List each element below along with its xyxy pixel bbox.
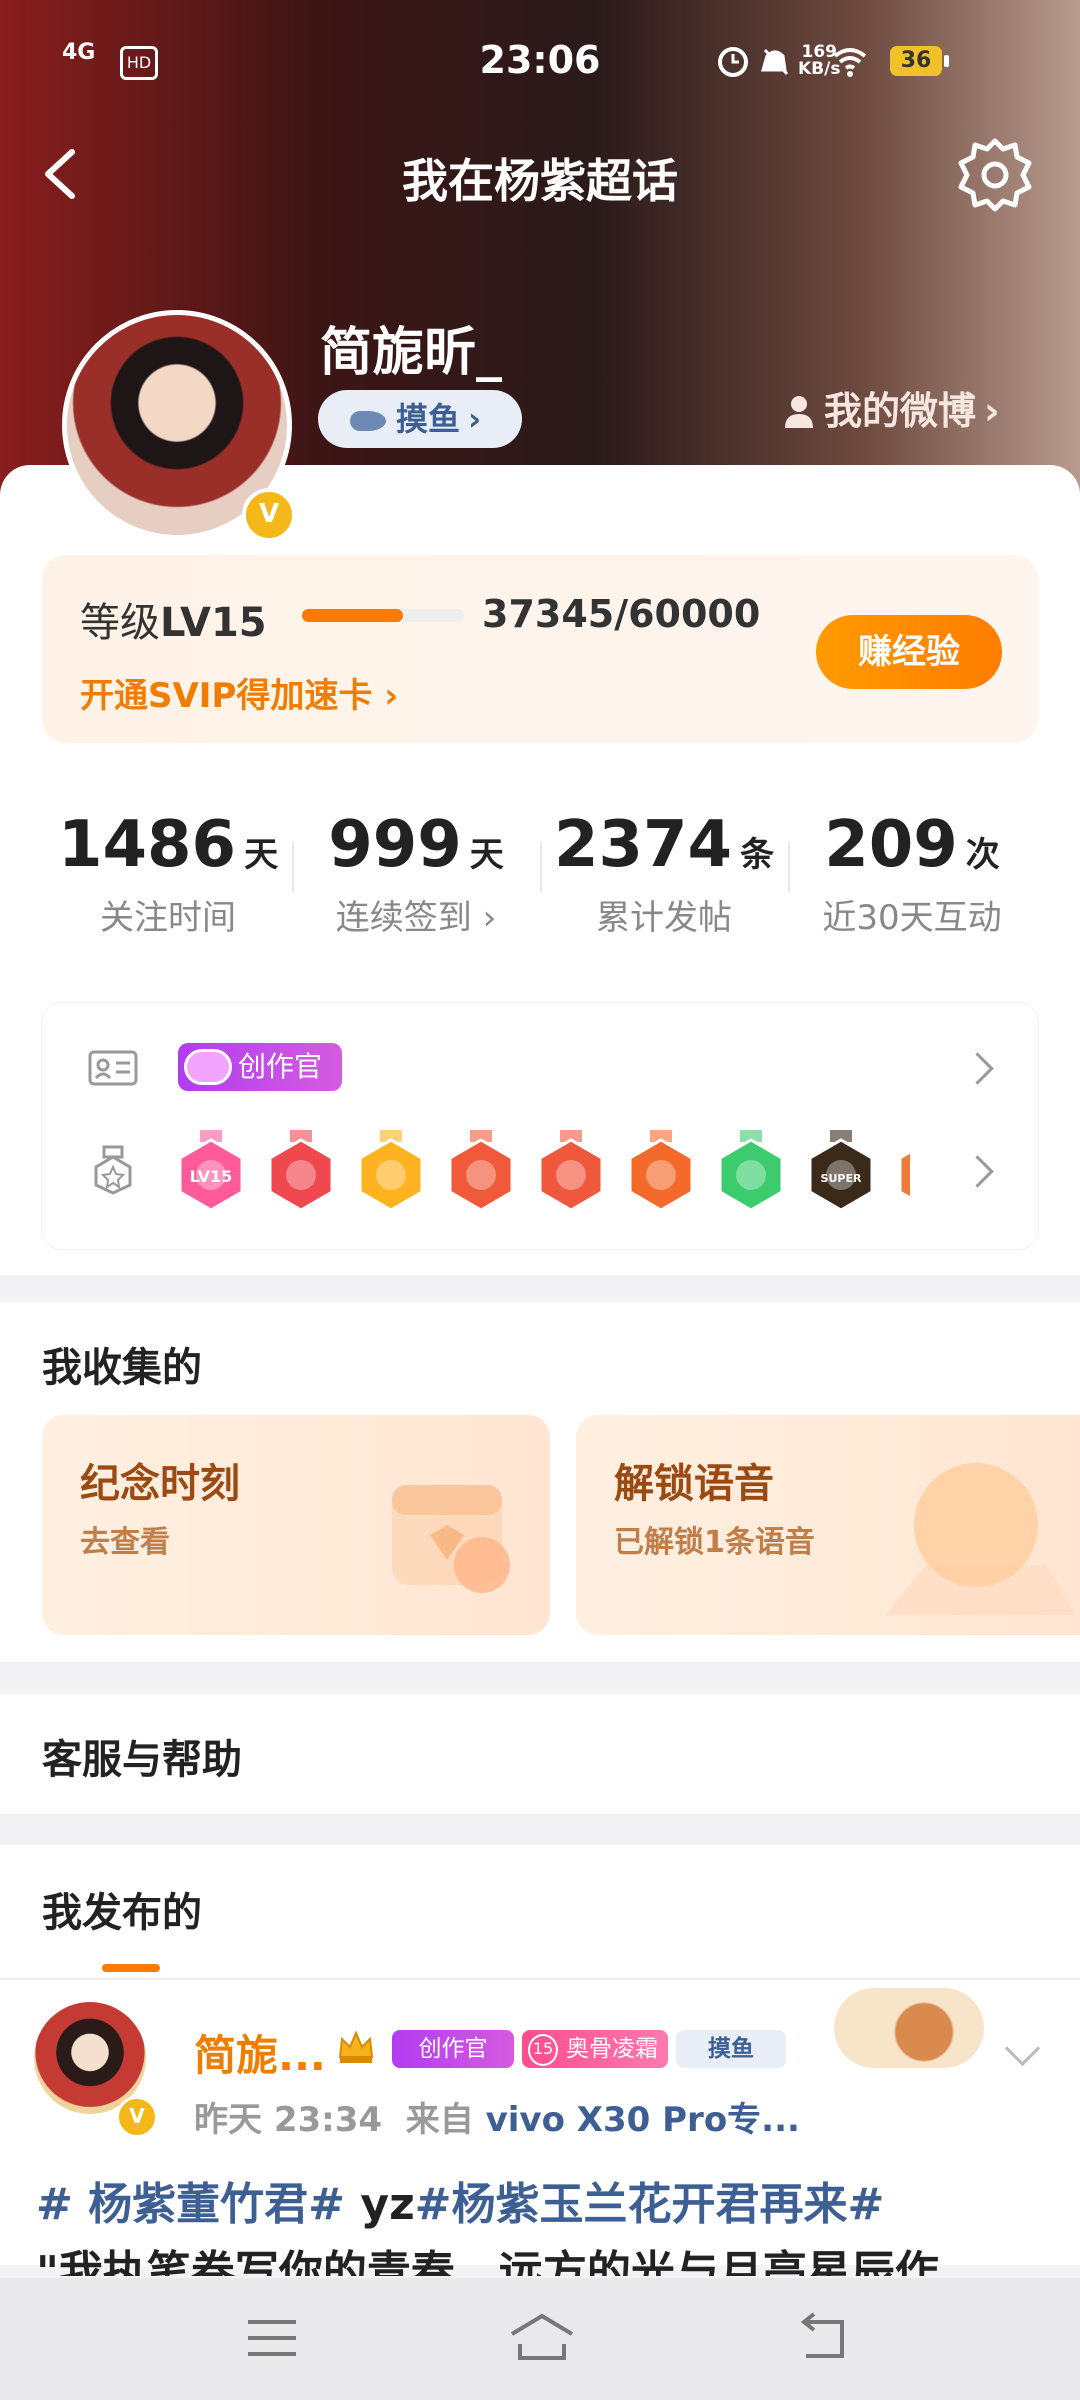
stat-checkin-days[interactable]: 999 天 连续签到 › xyxy=(292,808,540,939)
level-label: 等级LV15 xyxy=(80,600,267,646)
verified-badge-icon: V xyxy=(242,488,296,542)
crown-medal xyxy=(356,1128,426,1214)
creator-tag: 创作官 xyxy=(392,2030,514,2068)
stat-posts: 2374 条 累计发帖 xyxy=(553,808,775,938)
posts-title: 我发布的 xyxy=(42,1890,202,1936)
cat-red-medal xyxy=(446,1128,516,1214)
super-medal: SUPER xyxy=(806,1128,876,1214)
creator-icon xyxy=(184,1049,232,1085)
person-icon xyxy=(785,396,813,428)
partial-medal xyxy=(896,1128,910,1214)
fish-icon xyxy=(350,411,386,431)
back-nav-icon[interactable] xyxy=(792,2310,852,2366)
earn-exp-button[interactable]: 赚经验 xyxy=(816,615,1002,689)
collected-title: 我收集的 xyxy=(42,1345,202,1391)
hand-green-medal xyxy=(716,1128,786,1214)
cat-pink-medal xyxy=(536,1128,606,1214)
post-text-line2[interactable]: "我执笔卷写你的青春，远方的光与月亮星辰作 xyxy=(36,2236,1076,2276)
stat-follow-days: 1486 天 关注时间 xyxy=(57,808,279,938)
trophy-medal xyxy=(266,1128,336,1214)
alarm-mute-wifi-icons xyxy=(718,47,867,77)
username: 简旎昕_ xyxy=(320,323,503,383)
battery-indicator: 36 xyxy=(890,46,942,76)
help-title[interactable]: 客服与帮助 xyxy=(42,1727,242,1785)
stat-interactions: 209 次 近30天互动 xyxy=(822,808,1002,938)
lv15-medal: LV15 xyxy=(176,1128,246,1214)
post-text-line1[interactable]: # 杨紫董竹君# yz#杨紫玉兰花开君再来# xyxy=(36,2168,884,2232)
fish-tag: 摸鱼 xyxy=(676,2030,786,2068)
battery-tip xyxy=(944,55,949,67)
fan-level-tag: 15 奥骨凌霜 xyxy=(522,2030,668,2068)
my-weibo-link[interactable]: 我的微博 › xyxy=(784,380,1000,435)
svg-text:SUPER: SUPER xyxy=(821,1172,862,1185)
chevron-right-icon: › xyxy=(468,400,482,438)
post-meta: 昨天 23:34 来自 vivo X30 Pro专... xyxy=(194,2100,800,2140)
unlock-voice-card[interactable]: 解锁语音 已解锁1条语音 xyxy=(576,1415,1080,1635)
divider xyxy=(0,1978,1080,1980)
id-card-icon xyxy=(88,1050,138,1086)
settings-gear-icon[interactable] xyxy=(955,135,1035,215)
calendar-icon xyxy=(392,1485,510,1593)
medal-icon xyxy=(94,1145,132,1195)
post-author[interactable]: 简旎... xyxy=(194,2022,326,2083)
home-icon[interactable] xyxy=(506,2310,578,2366)
menu-icon[interactable] xyxy=(242,2310,302,2366)
voice-orb-icon xyxy=(886,1463,1076,1615)
svip-link[interactable]: 开通SVIP得加速卡 › xyxy=(80,668,398,717)
tab-underline xyxy=(102,1964,160,1972)
verified-badge-icon: V xyxy=(116,2096,158,2138)
chevron-right-icon: › xyxy=(984,389,1000,433)
status-icons xyxy=(715,42,875,82)
page-title: 我在杨紫超话 xyxy=(402,154,678,208)
level-exp: 37345/60000 xyxy=(482,592,761,636)
svg-text:LV15: LV15 xyxy=(190,1167,233,1186)
network-speed: 169 KB/s xyxy=(798,42,841,79)
crown-icon xyxy=(338,2030,374,2063)
level-progress-fill xyxy=(302,609,403,622)
decor-bear-icon xyxy=(834,1988,984,2068)
status-pill[interactable]: 摸鱼 › xyxy=(318,390,522,448)
lion-medal xyxy=(626,1128,696,1214)
memorial-moments-card[interactable]: 纪念时刻 去查看 xyxy=(42,1415,550,1635)
